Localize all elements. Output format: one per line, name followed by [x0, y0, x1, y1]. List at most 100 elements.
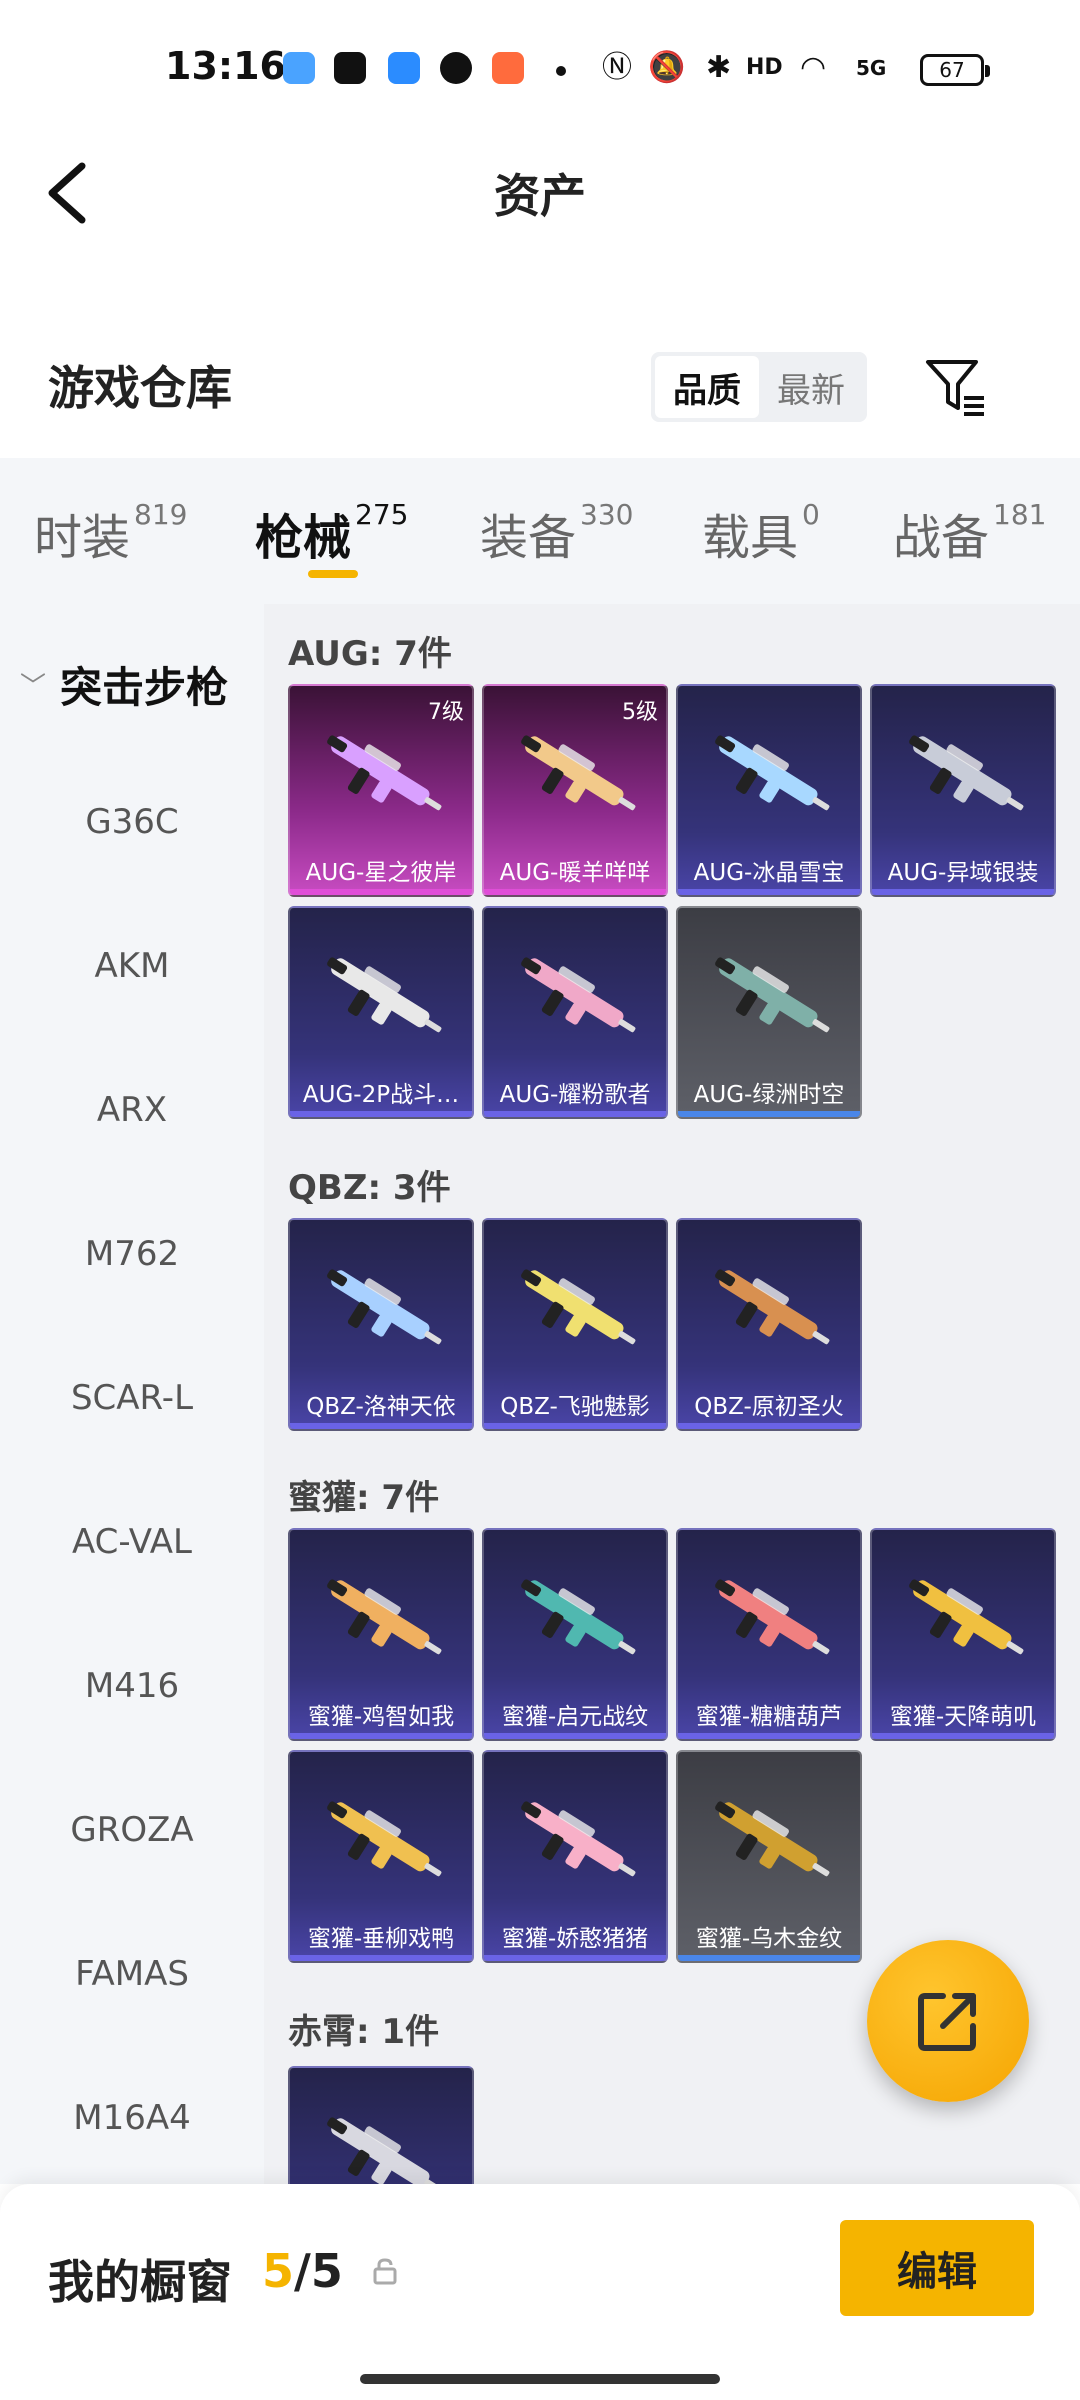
sidebar-item-g36c[interactable]: G36C [0, 802, 264, 842]
skin-card[interactable]: 蜜獾-天降萌叽 [870, 1528, 1056, 1741]
skin-card[interactable]: 7级 AUG-星之彼岸 [288, 684, 474, 897]
filter-icon [926, 360, 984, 416]
gun-skin-image [327, 1579, 442, 1655]
tab-count: 275 [355, 498, 409, 531]
warehouse-title: 游戏仓库 [48, 361, 232, 415]
skin-card[interactable]: QBZ-飞驰魅影 [482, 1218, 668, 1431]
skin-card[interactable]: AUG-冰晶雪宝 [676, 684, 862, 897]
tab-vehicles[interactable]: 载具 0 [702, 498, 820, 568]
sidebar-item-groza[interactable]: GROZA [0, 1810, 264, 1850]
skin-card[interactable]: 蜜獾-鸡智如我 [288, 1528, 474, 1741]
skin-name: AUG-暖羊咩咩 [499, 860, 651, 886]
header: 资产 [0, 140, 1080, 250]
tab-label: 枪械 [255, 510, 352, 566]
skin-card[interactable]: 蜜獾-启元战纹 [482, 1528, 668, 1741]
skin-name: 蜜獾-垂柳戏鸭 [307, 1926, 455, 1952]
sidebar-item-scar-l[interactable]: SCAR-L [0, 1378, 264, 1418]
tab-label: 战备 [893, 510, 990, 566]
skin-level-badge: 7级 [428, 700, 464, 725]
showcase-current: 5 [262, 2244, 295, 2298]
skin-name: AUG-异域银装 [887, 860, 1039, 886]
gun-skin-image [715, 1269, 830, 1345]
skin-card[interactable]: AUG-异域银装 [870, 684, 1056, 897]
wifi-icon: ◠ [800, 50, 827, 85]
skin-name: AUG-绿洲时空 [693, 1082, 845, 1108]
skin-card[interactable]: 蜜獾-娇憨猪猪 [482, 1750, 668, 1963]
active-tab-indicator [308, 570, 358, 578]
signal-icon: 5G [856, 56, 887, 80]
skin-card[interactable]: AUG-2P战斗… [288, 906, 474, 1119]
gun-skin-image [909, 1579, 1024, 1655]
showcase-label: 我的橱窗 [48, 2255, 232, 2309]
tab-count: 330 [580, 498, 634, 531]
category-tabs: 时装 819 枪械 275 装备 330 载具 0 战备 181 [0, 458, 1080, 604]
skin-card[interactable]: QBZ-洛神天依 [288, 1218, 474, 1431]
app-icon-1 [283, 52, 315, 84]
edit-button[interactable]: 编辑 [840, 2220, 1034, 2316]
sort-newest[interactable]: 最新 [759, 356, 863, 418]
home-indicator[interactable] [360, 2374, 720, 2384]
skin-card[interactable]: 5级 AUG-暖羊咩咩 [482, 684, 668, 897]
skin-name: QBZ-飞驰魅影 [500, 1394, 650, 1420]
sidebar-item-m16a4[interactable]: M16A4 [0, 2098, 264, 2138]
gun-skin-image [909, 735, 1024, 811]
sidebar-item-ac-val[interactable]: AC-VAL [0, 1522, 264, 1562]
showcase-count: 5/5 [262, 2244, 343, 2298]
tab-equipment[interactable]: 装备 330 [480, 498, 633, 568]
skin-card[interactable]: QBZ-原初圣火 [676, 1218, 862, 1431]
sidebar-item-m416[interactable]: M416 [0, 1666, 264, 1706]
tab-count: 0 [802, 498, 820, 531]
app-icon-3 [388, 52, 420, 84]
filter-button[interactable] [920, 352, 990, 422]
hd-icon: HD [746, 55, 783, 80]
battery-icon: 67 [920, 54, 990, 86]
sort-quality[interactable]: 品质 [655, 356, 759, 418]
skin-card[interactable]: AUG-耀粉歌者 [482, 906, 668, 1119]
skin-name: AUG-冰晶雪宝 [693, 860, 845, 886]
skin-name: QBZ-原初圣火 [694, 1394, 844, 1420]
warehouse-header: 游戏仓库 品质 最新 [0, 330, 1080, 450]
sidebar-item-m762[interactable]: M762 [0, 1234, 264, 1274]
skin-name: 蜜獾-启元战纹 [501, 1704, 649, 1730]
gun-skin-image [715, 1801, 830, 1877]
tab-label: 载具 [702, 510, 799, 566]
skin-card[interactable]: 蜜獾-糖糖葫芦 [676, 1528, 862, 1741]
gun-skin-image [521, 1579, 636, 1655]
tab-fashion[interactable]: 时装 819 [34, 498, 187, 568]
gun-skin-image [521, 1801, 636, 1877]
notification-dot [556, 66, 566, 76]
showcase-separator: / [294, 2244, 311, 2298]
status-bar: 13:16 Ⓝ 🔕 ✱ HD ◠ 5G 67 [0, 0, 1080, 140]
skin-name: 蜜獾-鸡智如我 [307, 1704, 455, 1730]
rarity-bar [484, 1423, 666, 1429]
gun-skin-image [327, 735, 442, 811]
skin-card[interactable]: 蜜獾-垂柳戏鸭 [288, 1750, 474, 1963]
sidebar-category-assault-rifles[interactable]: ﹀ 突击步枪 [20, 654, 228, 715]
tab-firearms[interactable]: 枪械 275 [255, 498, 408, 568]
tab-supplies[interactable]: 战备 181 [893, 498, 1046, 568]
skin-name: QBZ-洛神天依 [306, 1394, 456, 1420]
share-button[interactable] [867, 1940, 1029, 2102]
app-icon-4 [440, 52, 472, 84]
sidebar-item-famas[interactable]: FAMAS [0, 1954, 264, 1994]
rarity-bar [290, 1733, 472, 1739]
group-title-chixiao: 赤霄: 1件 [288, 2012, 440, 2052]
group-title-aug: AUG: 7件 [288, 634, 452, 674]
rarity-bar [678, 889, 860, 895]
tab-count: 819 [134, 498, 188, 531]
rarity-bar [484, 889, 666, 895]
skin-card[interactable]: 蜜獾-乌木金纹 [676, 1750, 862, 1963]
skin-name: 蜜獾-乌木金纹 [695, 1926, 843, 1952]
sidebar-item-arx[interactable]: ARX [0, 1090, 264, 1130]
mute-icon: 🔕 [648, 50, 686, 85]
skin-name: 蜜獾-糖糖葫芦 [695, 1704, 843, 1730]
rarity-bar [290, 1955, 472, 1961]
group-title-honey-badger: 蜜獾: 7件 [288, 1478, 440, 1518]
skin-card[interactable] [288, 2066, 474, 2184]
app-icon-2 [334, 52, 366, 84]
skin-card[interactable]: AUG-绿洲时空 [676, 906, 862, 1119]
sidebar-item-akm[interactable]: AKM [0, 946, 264, 986]
sort-toggle: 品质 最新 [651, 352, 867, 422]
nfc-icon: Ⓝ [602, 50, 632, 85]
rarity-bar [484, 1111, 666, 1117]
